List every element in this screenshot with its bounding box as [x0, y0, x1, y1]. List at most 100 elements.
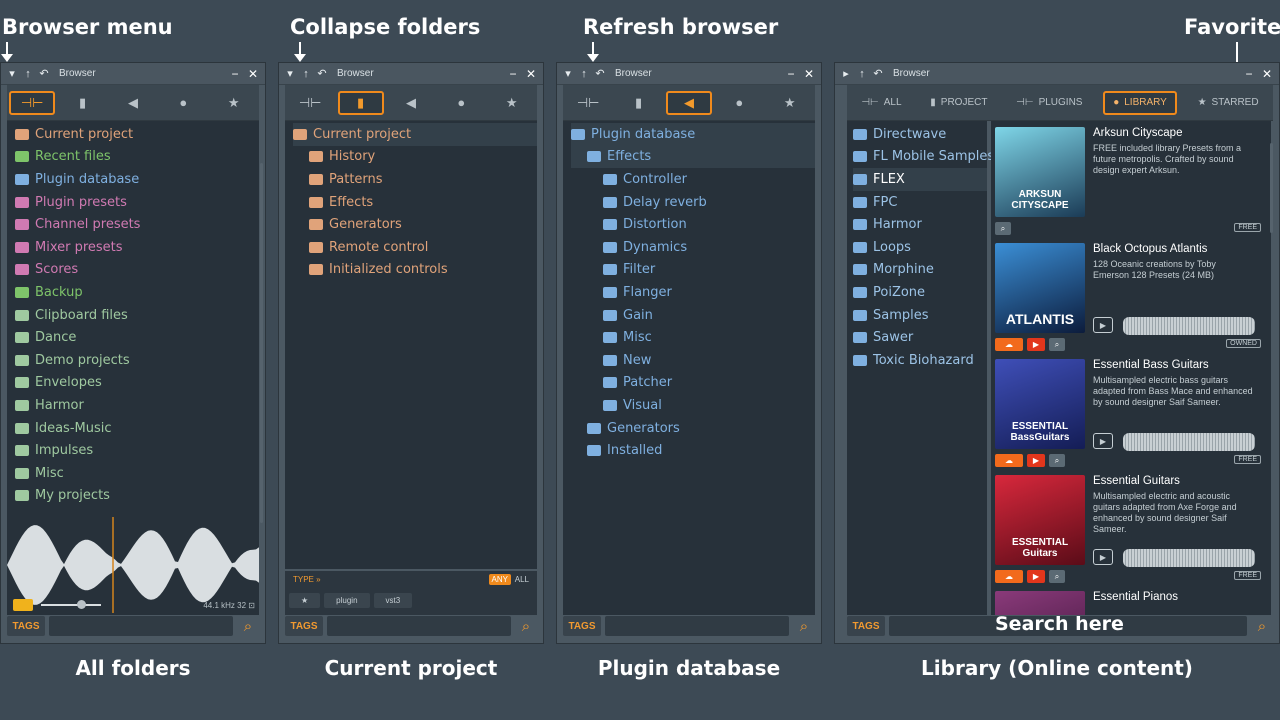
list-item[interactable]: Filter: [571, 259, 815, 282]
scrollbar[interactable]: [1270, 143, 1273, 233]
volume-slider[interactable]: [41, 600, 101, 609]
volume-knob[interactable]: [77, 600, 86, 609]
product-thumbnail[interactable]: ARKSUN CITYSCAPE: [995, 127, 1085, 217]
search-input[interactable]: [49, 616, 233, 636]
minimize-icon[interactable]: −: [507, 67, 519, 81]
minimize-icon[interactable]: −: [1243, 67, 1255, 81]
category-item[interactable]: Toxic Biohazard: [853, 349, 987, 372]
list-item[interactable]: Controller: [571, 168, 815, 191]
product-card[interactable]: ESSENTIAL Guitars Essential Guitars Multis…: [995, 475, 1267, 589]
list-item[interactable]: Ideas-Music: [15, 417, 259, 440]
play-button[interactable]: [13, 599, 33, 611]
list-item[interactable]: History: [293, 146, 537, 169]
tab-all[interactable]: ⊣⊢ ALL: [853, 91, 909, 115]
product-thumbnail[interactable]: ESSENTIAL Guitars: [995, 475, 1085, 565]
category-item[interactable]: FPC: [853, 191, 987, 214]
soundcloud-icon[interactable]: ☁: [995, 338, 1023, 351]
product-card[interactable]: ATLANTIS Black Octopus Atlantis 128 Oceani…: [995, 243, 1267, 357]
type-label[interactable]: TYPE »: [293, 575, 321, 584]
refresh-icon[interactable]: ↶: [873, 67, 883, 80]
category-item[interactable]: Sawer: [853, 326, 987, 349]
tags-button[interactable]: TAGS: [7, 616, 45, 636]
list-item[interactable]: Initialized controls: [293, 259, 537, 282]
list-item[interactable]: Harmor: [15, 394, 259, 417]
tab-library[interactable]: ●: [160, 91, 206, 115]
list-item[interactable]: Dance: [15, 326, 259, 349]
filter-button[interactable]: ★: [289, 593, 321, 608]
menu-arrow-icon[interactable]: ▾: [563, 67, 573, 80]
search-icon[interactable]: ⌕: [515, 616, 537, 636]
list-item[interactable]: Plugin presets: [15, 191, 259, 214]
filter-button[interactable]: vst3: [373, 593, 413, 608]
close-icon[interactable]: ✕: [1261, 67, 1273, 81]
tab-plugin-database[interactable]: ◀: [110, 91, 156, 115]
refresh-icon[interactable]: ↶: [39, 67, 49, 80]
category-item[interactable]: PoiZone: [853, 281, 987, 304]
minimize-icon[interactable]: −: [229, 67, 241, 81]
zoom-icon[interactable]: ⌕: [1049, 454, 1065, 467]
product-thumbnail[interactable]: [995, 591, 1085, 615]
list-item[interactable]: Envelopes: [15, 372, 259, 395]
list-item[interactable]: Misc: [571, 326, 815, 349]
scrollbar[interactable]: [260, 163, 263, 523]
list-item[interactable]: Flanger: [571, 281, 815, 304]
list-item[interactable]: Clipboard files: [15, 304, 259, 327]
list-item[interactable]: Misc: [15, 462, 259, 485]
tags-button[interactable]: TAGS: [285, 616, 323, 636]
refresh-icon[interactable]: ↶: [595, 67, 605, 80]
search-input[interactable]: [605, 616, 789, 636]
list-item[interactable]: New: [571, 349, 815, 372]
category-item[interactable]: Harmor: [853, 213, 987, 236]
collapse-icon[interactable]: ↑: [579, 68, 589, 80]
tab-starred[interactable]: ★: [489, 91, 535, 115]
tab-starred[interactable]: ★: [211, 91, 257, 115]
tab-current-project[interactable]: ▮: [616, 91, 662, 115]
collapse-icon[interactable]: ↑: [301, 68, 311, 80]
product-card[interactable]: Essential Pianos: [995, 591, 1267, 615]
list-item[interactable]: Plugin database: [571, 123, 815, 146]
list-item[interactable]: Patterns: [293, 168, 537, 191]
category-item[interactable]: FL Mobile Samples: [853, 146, 994, 169]
tab-library[interactable]: ●: [716, 91, 762, 115]
list-item[interactable]: Scores: [15, 259, 259, 282]
search-icon[interactable]: ⌕: [1251, 616, 1273, 636]
youtube-icon[interactable]: ▶: [1027, 454, 1045, 467]
close-icon[interactable]: ✕: [525, 67, 537, 81]
category-item[interactable]: FLEX: [853, 168, 987, 191]
search-icon[interactable]: ⌕: [237, 616, 259, 636]
zoom-icon[interactable]: ⌕: [1049, 570, 1065, 583]
list-item[interactable]: Distortion: [571, 213, 815, 236]
product-thumbnail[interactable]: ATLANTIS: [995, 243, 1085, 333]
list-item[interactable]: Effects: [293, 191, 537, 214]
filter-button[interactable]: plugin: [324, 593, 370, 608]
list-item[interactable]: Remote control: [293, 236, 537, 259]
tab-starred[interactable]: ★: [767, 91, 813, 115]
list-item[interactable]: Recent files: [15, 146, 259, 169]
tab-plugin-database[interactable]: ◀: [388, 91, 434, 115]
tab-all-folders[interactable]: ⊣⊢: [565, 91, 611, 115]
product-card[interactable]: ARKSUN CITYSCAPE Arksun Cityscape FREE inc…: [995, 127, 1267, 241]
preview-play-button[interactable]: ▶: [1093, 549, 1113, 565]
menu-arrow-icon[interactable]: ▾: [7, 67, 17, 80]
list-item[interactable]: My projects: [15, 485, 259, 508]
list-item[interactable]: Backup: [15, 281, 259, 304]
tab-current-project[interactable]: ▮: [337, 90, 384, 115]
soundcloud-icon[interactable]: ☁: [995, 454, 1023, 467]
refresh-icon[interactable]: ↶: [317, 67, 327, 80]
all-toggle[interactable]: ALL: [515, 575, 529, 584]
category-item[interactable]: Directwave: [853, 123, 987, 146]
soundcloud-icon[interactable]: ☁: [995, 570, 1023, 583]
category-item[interactable]: Morphine: [853, 259, 987, 282]
export-icon[interactable]: ⊡: [248, 601, 255, 610]
preview-play-button[interactable]: ▶: [1093, 433, 1113, 449]
zoom-icon[interactable]: ⌕: [995, 222, 1011, 235]
list-item[interactable]: Mixer presets: [15, 236, 259, 259]
list-item[interactable]: Channel presets: [15, 213, 259, 236]
product-card[interactable]: ESSENTIAL BassGuitars Essential Bass Guit…: [995, 359, 1267, 473]
list-item[interactable]: Impulses: [15, 439, 259, 462]
list-item[interactable]: Gain: [571, 304, 815, 327]
tab-plugins[interactable]: ⊣⊢ PLUGINS: [1008, 91, 1090, 115]
tab-library[interactable]: ●: [438, 91, 484, 115]
collapse-icon[interactable]: ↑: [23, 68, 33, 80]
tags-button[interactable]: TAGS: [563, 616, 601, 636]
